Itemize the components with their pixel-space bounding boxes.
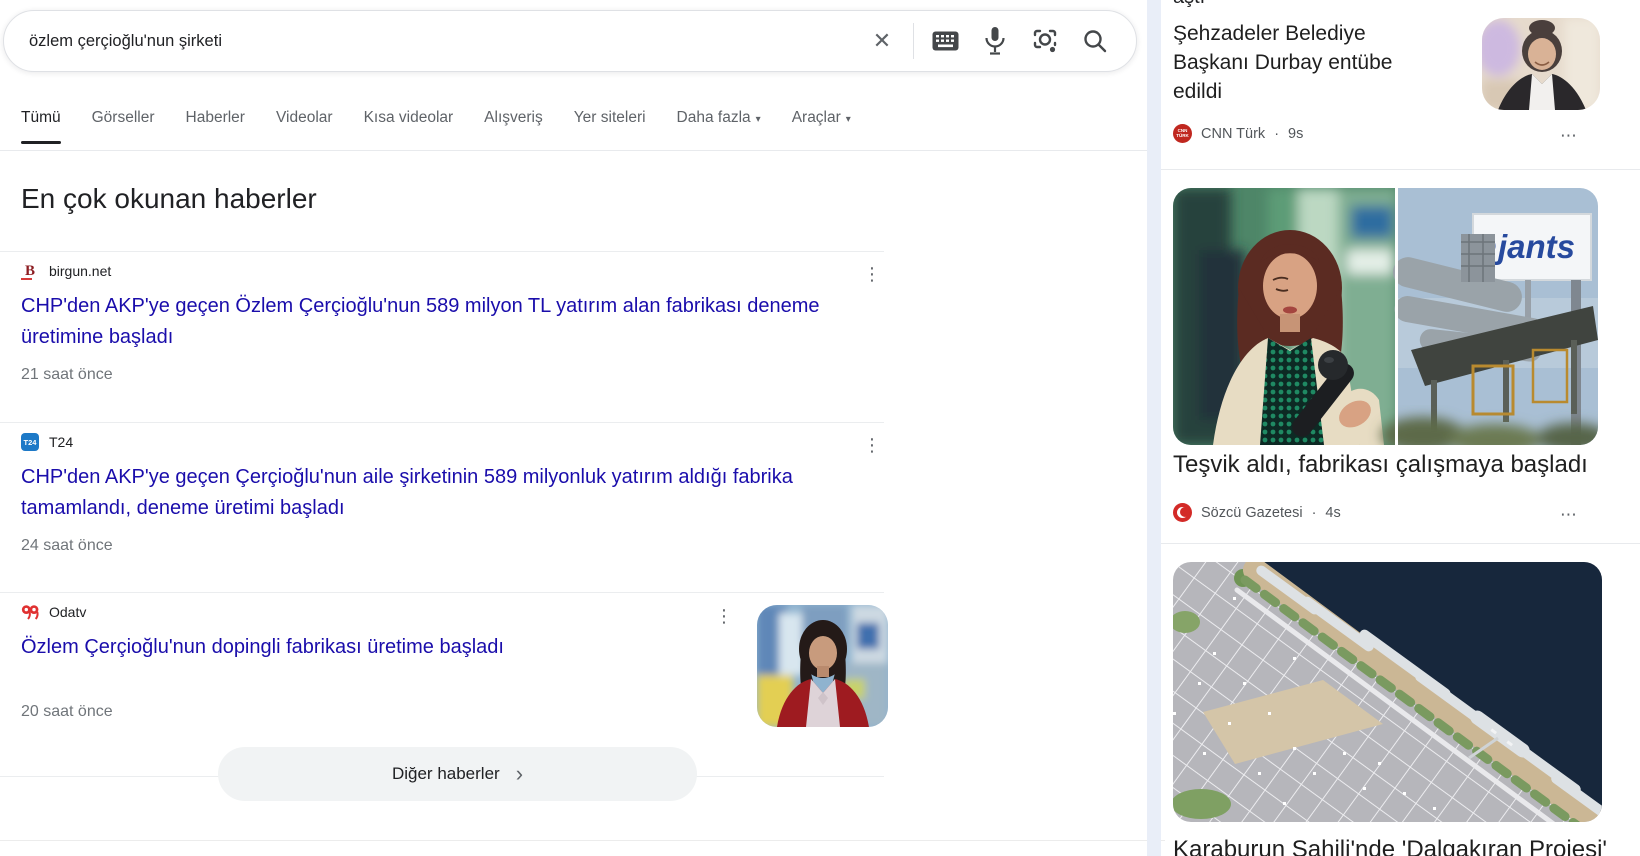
tab-gorseller[interactable]: Görseller — [92, 109, 155, 144]
chevron-right-icon: › — [516, 763, 523, 785]
more-options-button[interactable]: ⋯ — [1560, 505, 1579, 525]
result-title-link[interactable]: Özlem Çerçioğlu'nun dopingli fabrikası ü… — [21, 632, 681, 663]
search-bar-separator — [913, 23, 914, 59]
source-name: birgun.net — [49, 263, 111, 279]
search-bar-icons: ✕ — [857, 19, 1120, 63]
timestamp: 4s — [1325, 505, 1340, 521]
source-name: CNN Türk — [1201, 126, 1265, 142]
more-news-button[interactable]: Diğer haberler › — [218, 747, 697, 801]
result-title-link[interactable]: CHP'den AKP'ye geçen Çerçioğlu'nun aile … — [21, 462, 839, 524]
tab-tumu[interactable]: Tümü — [21, 109, 61, 144]
microphone-icon — [984, 26, 1006, 56]
result-thumbnail-image[interactable] — [757, 605, 888, 727]
feed-card-image[interactable]: jants — [1173, 188, 1598, 445]
feed-card-thumbnail[interactable] — [1482, 18, 1600, 110]
camera-lens-icon — [1031, 27, 1059, 55]
search-tabs: Tümü Görseller Haberler Videolar Kısa vi… — [21, 109, 851, 144]
tab-yer-siteleri[interactable]: Yer siteleri — [574, 109, 646, 144]
thumbnail-woman-red-blazer — [757, 605, 888, 727]
search-input[interactable]: özlem çerçioğlu'nun şirketi — [29, 32, 857, 51]
news-result-1: B birgun.net CHP'den AKP'ye geçen Özlem … — [21, 258, 839, 384]
tab-araclar[interactable]: Araçlar▾ — [792, 109, 851, 144]
tab-alisveris[interactable]: Alışveriş — [484, 109, 543, 144]
panel-gutter — [1147, 0, 1161, 856]
cutoff-headline-fragment: aştı — [1173, 0, 1393, 9]
chevron-down-icon: ▾ — [846, 114, 851, 125]
keyboard-button[interactable] — [920, 19, 970, 63]
birgun-favicon: B — [21, 262, 39, 280]
source-name: Odatv — [49, 604, 86, 620]
clear-search-button[interactable]: ✕ — [857, 19, 907, 63]
voice-search-button[interactable] — [970, 19, 1020, 63]
tab-haberler[interactable]: Haberler — [186, 109, 245, 144]
source-name: Sözcü Gazetesi — [1201, 505, 1303, 521]
tab-daha-fazla[interactable]: Daha fazla▾ — [677, 109, 761, 144]
timestamp: 9s — [1288, 126, 1303, 142]
cnn-turk-logo: CNN TÜRK — [1173, 124, 1192, 143]
window-seam-line — [0, 840, 1165, 841]
tab-kisa-videolar[interactable]: Kısa videolar — [364, 109, 454, 144]
thumbnail-woman-dark-blazer — [1482, 18, 1600, 110]
more-options-button[interactable]: ⋮ — [862, 437, 882, 453]
source-row[interactable]: T24 T24 — [21, 429, 839, 455]
feed-card-title[interactable]: Karaburun Sahili'nde 'Dalgakıran Projesi… — [1173, 836, 1633, 856]
feed-card-source-row: CNN TÜRK CNN Türk · 9s — [1173, 124, 1303, 143]
separator-dot: · — [1274, 126, 1279, 142]
image-coastline-breakwater-render — [1173, 562, 1602, 822]
chevron-down-icon: ▾ — [756, 114, 761, 125]
result-timestamp: 24 saat önce — [21, 537, 839, 555]
image-woman-mic-and-factory: jants — [1173, 188, 1598, 445]
odatv-logo — [21, 603, 39, 621]
divider — [0, 592, 884, 593]
source-row[interactable]: Odatv — [21, 599, 681, 625]
news-result-2: T24 T24 CHP'den AKP'ye geçen Çerçioğlu'n… — [21, 429, 839, 555]
search-bar[interactable]: özlem çerçioğlu'nun şirketi ✕ — [3, 10, 1137, 72]
result-title-link[interactable]: CHP'den AKP'ye geçen Özlem Çerçioğlu'nun… — [21, 291, 839, 353]
divider — [1161, 543, 1640, 544]
more-options-button[interactable]: ⋯ — [1560, 126, 1579, 146]
source-row[interactable]: B birgun.net — [21, 258, 839, 284]
news-result-3: Odatv Özlem Çerçioğlu'nun dopingli fabri… — [21, 599, 681, 721]
t24-favicon: T24 — [21, 433, 39, 451]
search-by-image-button[interactable] — [1020, 19, 1070, 63]
page: özlem çerçioğlu'nun şirketi ✕ — [0, 0, 1640, 856]
feed-card-title[interactable]: Teşvik aldı, fabrikası çalışmaya başladı — [1173, 451, 1633, 479]
result-timestamp: 21 saat önce — [21, 366, 839, 384]
feed-card-image[interactable] — [1173, 562, 1602, 822]
keyboard-icon — [932, 31, 959, 51]
tab-videolar[interactable]: Videolar — [276, 109, 333, 144]
tabs-divider — [0, 150, 1147, 151]
more-options-button[interactable]: ⋮ — [714, 608, 734, 624]
sozcu-logo — [1173, 503, 1192, 522]
search-submit-button[interactable] — [1070, 19, 1120, 63]
odatv-favicon — [21, 603, 39, 621]
result-timestamp: 20 saat önce — [21, 703, 681, 721]
section-heading: En çok okunan haberler — [21, 183, 317, 215]
sign-text: jants — [1494, 228, 1575, 265]
divider — [0, 251, 884, 252]
search-icon — [1082, 28, 1108, 54]
divider — [1161, 169, 1640, 170]
feed-card-title[interactable]: Şehzadeler Belediye Başkanı Durbay entüb… — [1173, 19, 1443, 106]
more-options-button[interactable]: ⋮ — [862, 266, 882, 282]
feed-card-source-row: Sözcü Gazetesi · 4s — [1173, 503, 1341, 522]
source-name: T24 — [49, 434, 73, 450]
close-icon: ✕ — [873, 28, 891, 54]
divider — [0, 422, 884, 423]
separator-dot: · — [1312, 505, 1317, 521]
